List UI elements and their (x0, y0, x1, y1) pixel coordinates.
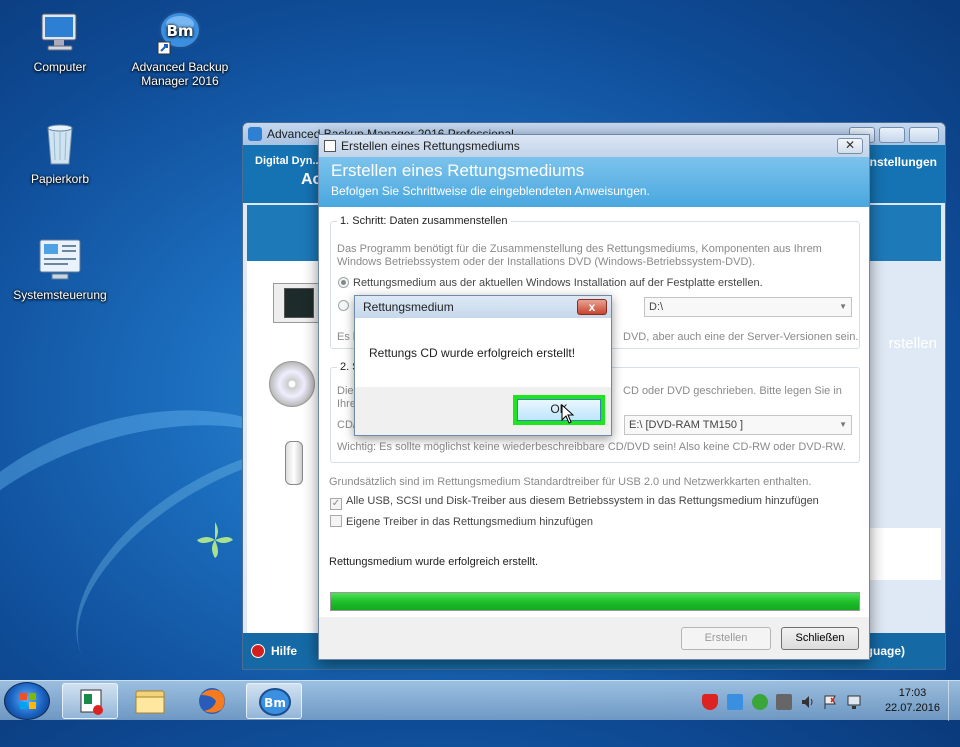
cd-icon[interactable] (269, 361, 315, 407)
message-title: Rettungsmedium (363, 300, 454, 314)
taskbar: Bm 17:03 22.07.2016 (0, 680, 960, 721)
step1-desc-line1: Das Programm benötigt für die Zusammenst… (337, 243, 822, 255)
step1-legend: 1. Schritt: Daten zusammenstellen (340, 215, 508, 227)
option1-radio[interactable] (338, 277, 349, 288)
backup-manager-icon: Bm (156, 8, 204, 56)
drivers-note: Grundsätzlich sind im Rettungsmedium Sta… (329, 476, 812, 488)
rescue-window-icon (80, 689, 103, 715)
check-all-drivers-box[interactable]: ✓ (330, 498, 342, 510)
check-own-drivers[interactable]: Eigene Treiber in das Rettungsmedium hin… (330, 515, 593, 528)
desktop-icon-label: Papierkorb (30, 172, 90, 186)
language-link[interactable]: guage) (866, 644, 905, 658)
message-close-button[interactable]: x (577, 299, 607, 315)
side-panel (247, 261, 325, 633)
update-tray-icon[interactable] (752, 694, 768, 710)
network-tray-icon[interactable] (846, 694, 862, 710)
device-tray-icon[interactable] (776, 694, 792, 710)
check-own-drivers-label: Eigene Treiber in das Rettungsmedium hin… (346, 516, 594, 528)
message-box: Rettungsmedium x Rettungs CD wurde erfol… (354, 295, 612, 436)
folder-icon (135, 690, 165, 714)
windows-logo-icon (20, 693, 36, 709)
dialog-app-icon (324, 140, 336, 152)
step2-line1-start: Die (337, 385, 354, 397)
banner-title: Erstellen eines Rettungsmediums (331, 161, 585, 180)
taskbar-firefox[interactable] (184, 683, 240, 719)
control-panel-icon (36, 236, 84, 284)
option2-radio[interactable] (338, 300, 349, 311)
step2-line1-end: CD oder DVD geschrieben. Bitte legen Sie… (623, 385, 842, 397)
step1-option1[interactable]: Rettungsmedium aus der aktuellen Windows… (338, 277, 763, 289)
wallpaper-leaf-icon (197, 522, 233, 558)
usb-icon[interactable] (285, 441, 303, 485)
clock-date: 22.07.2016 (884, 702, 940, 714)
volume-icon[interactable] (800, 694, 816, 710)
desktop-icon-label: Advanced Backup Manager 2016 (131, 60, 229, 88)
option1-label: Rettungsmedium aus der aktuellen Windows… (353, 277, 763, 289)
status-text: Rettungsmedium wurde erfolgreich erstell… (329, 556, 539, 568)
banner-subtitle: Befolgen Sie Schrittweise die eingeblend… (331, 184, 650, 198)
desktop-icon-computer[interactable]: Computer (5, 8, 115, 74)
side-box (867, 528, 941, 580)
svg-text:Bm: Bm (264, 696, 286, 710)
help-icon[interactable] (251, 644, 265, 658)
app-icon (248, 127, 262, 141)
close-dialog-button[interactable]: Schließen (781, 627, 859, 650)
desktop-icon-label: Computer (33, 60, 87, 74)
step1-desc-line2: Windows Betriebssystem oder der Installa… (337, 256, 756, 268)
clock[interactable]: 17:03 22.07.2016 (885, 686, 940, 716)
create-label[interactable]: rstellen (889, 335, 937, 352)
check-all-drivers[interactable]: ✓ Alle USB, SCSI und Disk-Treiber aus die… (330, 495, 819, 510)
help-link[interactable]: Hilfe (271, 644, 297, 658)
settings-link[interactable]: nstellungen (870, 155, 937, 169)
desktop-icon-abm[interactable]: Bm Advanced Backup Manager 2016 (125, 8, 235, 88)
desktop-icon-control-panel[interactable]: Systemsteuerung (5, 236, 115, 302)
show-desktop-button[interactable] (948, 681, 960, 721)
dialog-close-button[interactable]: ✕ (837, 138, 863, 154)
security-tray-icon[interactable] (702, 694, 718, 710)
maximize-button[interactable] (879, 127, 905, 143)
dialog-title: Erstellen eines Rettungsmediums (341, 139, 520, 153)
brand-text: Digital Dyn... (255, 155, 322, 167)
target-drive-value: E:\ [DVD-RAM TM150 ] (629, 419, 744, 431)
close-button[interactable] (909, 127, 939, 143)
computer-icon (36, 8, 84, 56)
target-drive-select[interactable]: E:\ [DVD-RAM TM150 ] ▼ (624, 415, 852, 435)
source-drive-select[interactable]: D:\ ▼ (644, 297, 852, 317)
clock-time: 17:03 (898, 687, 927, 699)
step2-warning: Wichtig: Es sollte möglichst keine wiede… (337, 441, 846, 453)
flag-tray-icon[interactable] (822, 694, 838, 710)
progress-fill (331, 593, 859, 610)
source-drive-value: D:\ (649, 301, 664, 313)
ok-highlight: OK (513, 395, 605, 425)
chevron-down-icon: ▼ (839, 302, 847, 311)
message-titlebar: Rettungsmedium x (355, 296, 611, 318)
recycle-bin-icon (36, 120, 84, 168)
ok-button[interactable]: OK (517, 399, 601, 421)
desktop-icon-recycle-bin[interactable]: Papierkorb (5, 120, 115, 186)
start-button[interactable] (4, 682, 50, 720)
chevron-down-icon: ▼ (839, 420, 847, 429)
check-own-drivers-box[interactable] (330, 515, 342, 527)
dialog-titlebar: Erstellen eines Rettungsmediums ✕ (319, 135, 869, 157)
dialog-banner: Erstellen eines Rettungsmediums Befolgen… (319, 157, 869, 207)
desktop-icon-label: Systemsteuerung (13, 288, 107, 302)
svg-text:Bm: Bm (166, 22, 193, 40)
create-button[interactable]: Erstellen (681, 627, 771, 650)
taskbar-rescue-media[interactable] (62, 683, 118, 719)
step1-option2[interactable] (338, 300, 353, 312)
check-all-drivers-label: Alle USB, SCSI und Disk-Treiber aus dies… (346, 495, 819, 507)
progress-bar (330, 592, 860, 611)
taskbar-backup-manager[interactable]: Bm (246, 683, 302, 719)
message-text: Rettungs CD wurde erfolgreich erstellt! (369, 346, 576, 360)
backup-manager-icon: Bm (259, 688, 291, 716)
harddisk-icon[interactable] (273, 283, 319, 323)
mouse-cursor-icon (561, 404, 575, 424)
step1-note-end: DVD, aber auch eine der Server-Versionen… (623, 331, 859, 343)
backup-tray-icon[interactable] (727, 694, 743, 710)
firefox-icon (199, 688, 225, 714)
taskbar-explorer[interactable] (122, 683, 178, 719)
